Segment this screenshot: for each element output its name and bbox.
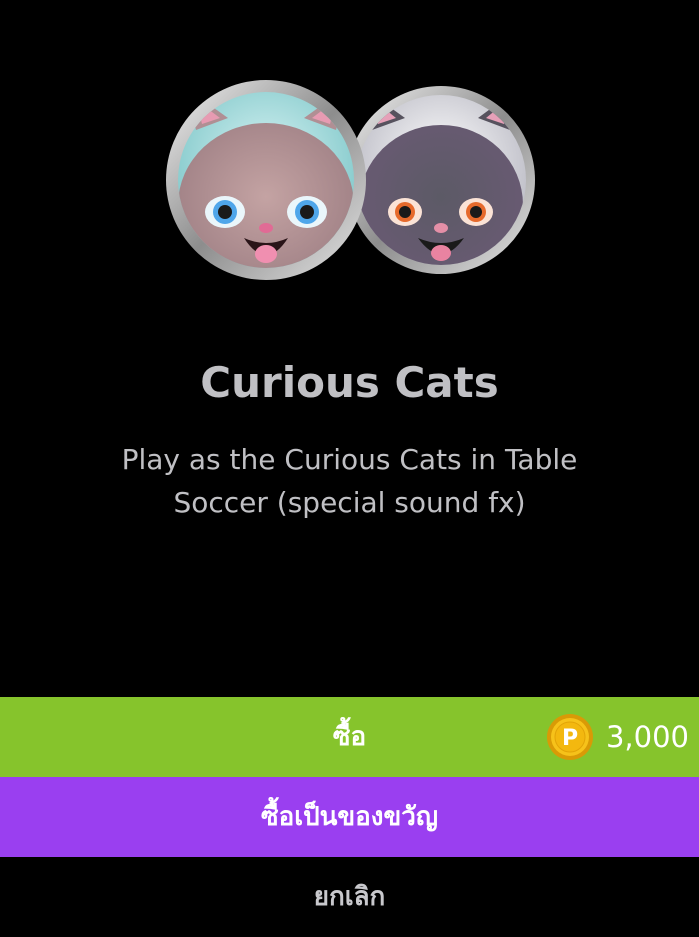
- buy-as-gift-button[interactable]: ซื้อเป็นของขวัญ: [0, 777, 699, 857]
- price-tag: P 3,000: [546, 697, 689, 777]
- grey-cat-avatar-icon: [347, 86, 535, 274]
- coin-p-icon: P: [546, 714, 593, 760]
- buy-button[interactable]: ซื้อ P 3,000: [0, 697, 699, 777]
- cancel-button[interactable]: ยกเลิก: [0, 857, 699, 934]
- svg-text:P: P: [562, 726, 578, 751]
- price-value: 3,000: [605, 720, 689, 754]
- cat-avatars: [166, 80, 535, 280]
- pink-cat-avatar-icon: [166, 80, 366, 280]
- product-hero: [0, 0, 699, 300]
- product-title: Curious Cats: [200, 358, 499, 407]
- product-description: Play as the Curious Cats in Table Soccer…: [121, 443, 578, 519]
